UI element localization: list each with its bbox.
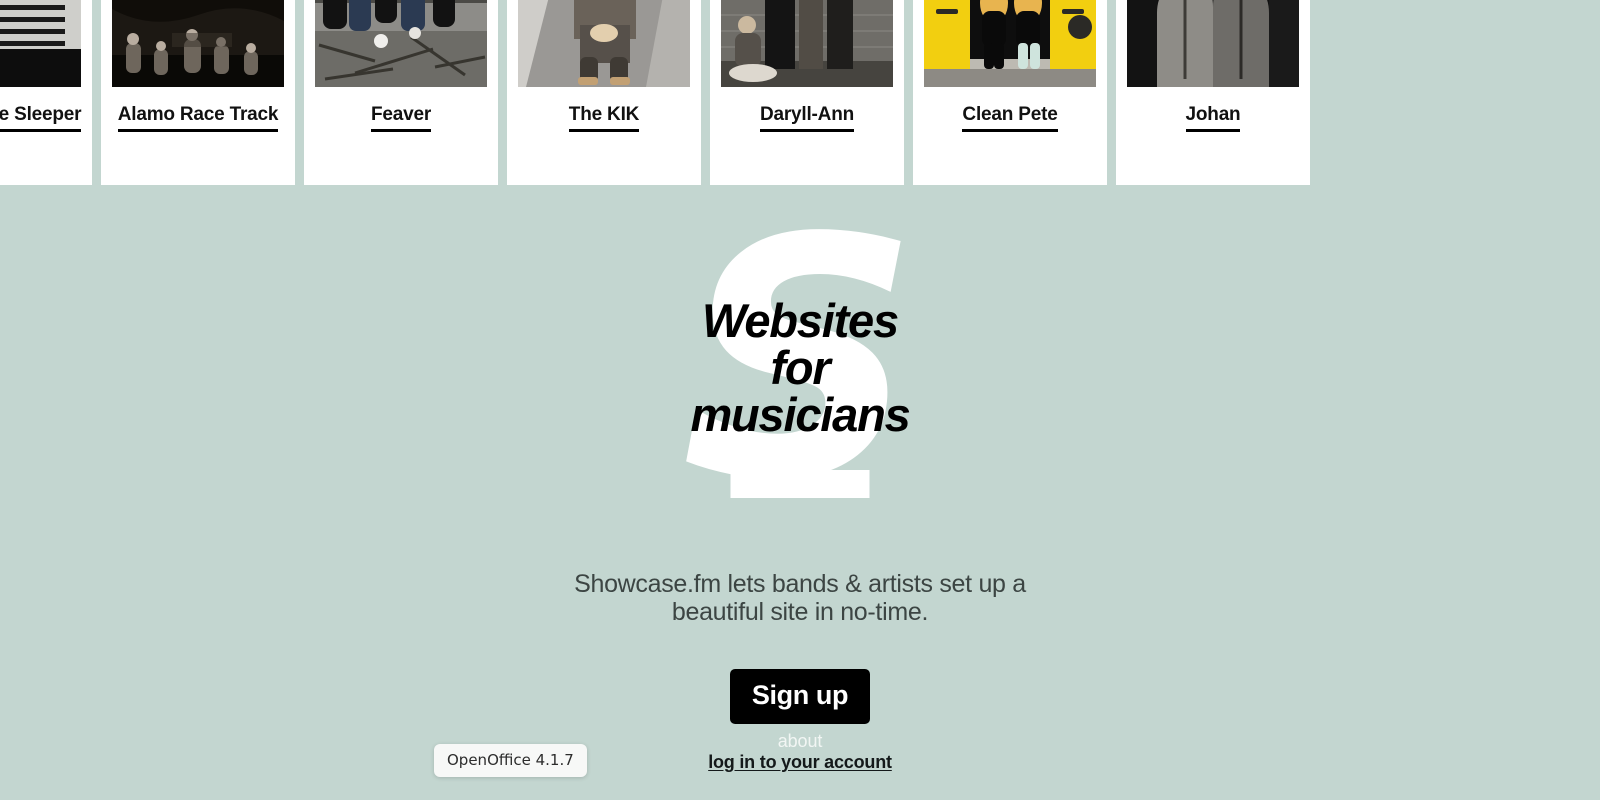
- hero-line-2: for: [770, 341, 830, 394]
- band-name-label: Clean Pete: [962, 104, 1058, 125]
- band-card-daryll-ann[interactable]: Daryll-Ann: [710, 0, 904, 185]
- band-photo: [0, 0, 81, 87]
- band-name-label: Daryll-Ann: [759, 104, 855, 125]
- band-card-lighthouse-sleeper[interactable]: Lighthouse Sleeper: [0, 0, 92, 185]
- login-link-container: log in to your account: [0, 752, 1600, 773]
- band-card-feaver[interactable]: Feaver: [304, 0, 498, 185]
- band-name-label: Alamo Race Track: [117, 104, 279, 125]
- signup-container: Sign up: [0, 669, 1600, 724]
- tagline-line-2: beautiful site in no-time.: [671, 598, 929, 626]
- band-name-wrap[interactable]: The KIK: [568, 104, 640, 132]
- band-name-wrap[interactable]: Clean Pete: [962, 104, 1058, 132]
- band-carousel[interactable]: Lighthouse Sleeper: [0, 0, 1423, 185]
- band-card-clean-pete[interactable]: Clean Pete: [913, 0, 1107, 185]
- band-card-alamo-race-track[interactable]: Alamo Race Track: [101, 0, 295, 185]
- band-name-label: Lighthouse Sleeper: [0, 104, 82, 125]
- photo-rubble-icon: [315, 0, 487, 87]
- band-photo: [721, 0, 893, 87]
- photo-wall-icon: [721, 0, 893, 87]
- band-name-wrap[interactable]: Daryll-Ann: [759, 104, 855, 132]
- band-name-underline: [370, 129, 432, 132]
- showcase-logo-bar: [730, 470, 870, 498]
- band-photo: [518, 0, 690, 87]
- band-name-underline: [117, 129, 279, 132]
- photo-hoodie-icon: [1127, 0, 1299, 87]
- about-link[interactable]: about: [0, 731, 1600, 752]
- hero-line-1: Websites: [702, 294, 899, 347]
- photo-yellow-van-icon: [924, 0, 1096, 87]
- band-photo: [1127, 0, 1299, 87]
- band-name-underline: [759, 129, 855, 132]
- page-title: Websites for musicians: [0, 297, 1600, 438]
- hero-section: S Websites for musicians: [0, 195, 1600, 525]
- band-name-underline: [568, 129, 640, 132]
- photo-stripes-icon: [0, 0, 81, 87]
- band-name-label: The KIK: [568, 104, 640, 125]
- band-card-the-kik[interactable]: The KIK: [507, 0, 701, 185]
- band-card-johan[interactable]: Johan: [1116, 0, 1310, 185]
- band-name-wrap[interactable]: Johan: [1185, 104, 1241, 132]
- photo-forest-icon: [112, 0, 284, 87]
- band-name-wrap[interactable]: Alamo Race Track: [117, 104, 279, 132]
- tagline-line-1: Showcase.fm lets bands & artists set up …: [574, 570, 1026, 598]
- band-name-underline: [1185, 129, 1241, 132]
- band-name-label: Feaver: [370, 104, 432, 125]
- photo-street-icon: [518, 0, 690, 87]
- band-name-underline: [962, 129, 1058, 132]
- sign-up-button[interactable]: Sign up: [729, 669, 871, 724]
- openoffice-tooltip: OpenOffice 4.1.7: [434, 744, 587, 777]
- log-in-link[interactable]: log in to your account: [708, 752, 892, 772]
- band-photo: [924, 0, 1096, 87]
- tagline: Showcase.fm lets bands & artists set up …: [0, 570, 1600, 626]
- band-name-wrap[interactable]: Lighthouse Sleeper: [0, 104, 82, 132]
- carousel-track[interactable]: Lighthouse Sleeper: [0, 0, 1310, 185]
- hero-line-3: musicians: [690, 388, 910, 441]
- band-photo: [112, 0, 284, 87]
- band-name-underline: [0, 129, 82, 132]
- band-name-wrap[interactable]: Feaver: [370, 104, 432, 132]
- band-photo: [315, 0, 487, 87]
- band-name-label: Johan: [1185, 104, 1241, 125]
